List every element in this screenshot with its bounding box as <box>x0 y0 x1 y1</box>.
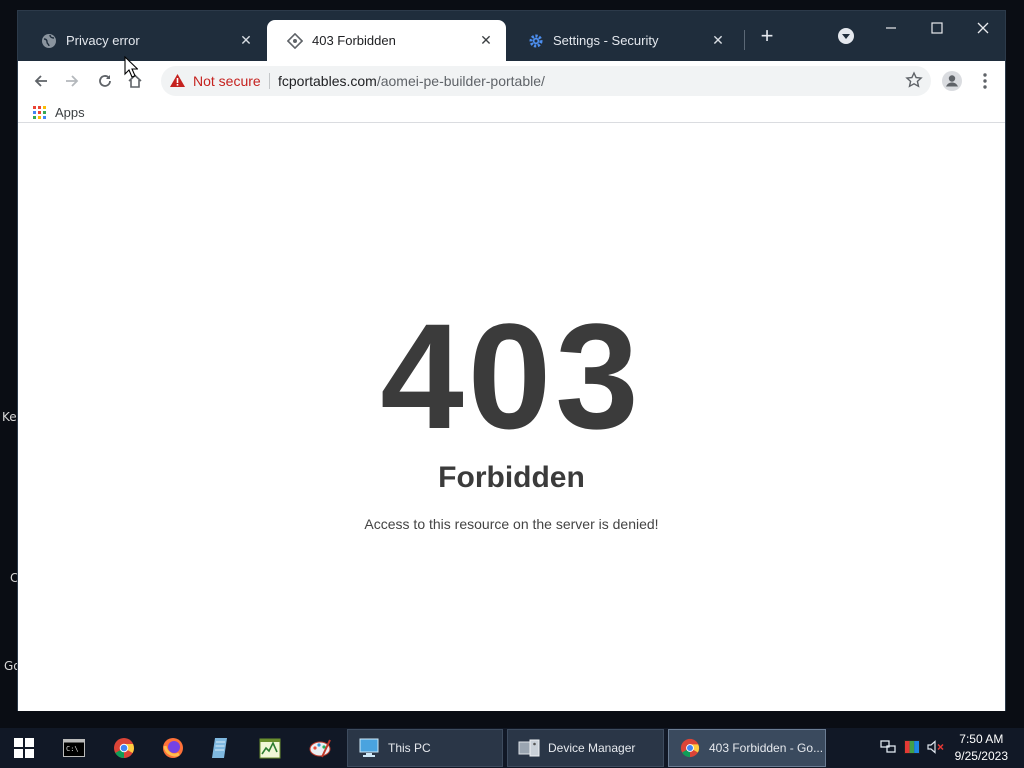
url-path: /aomei-pe-builder-portable/ <box>376 73 545 89</box>
volume-muted-icon[interactable] <box>927 738 945 756</box>
chrome-icon[interactable] <box>112 736 136 760</box>
close-tab-icon[interactable]: ✕ <box>710 32 726 49</box>
tab-title: Settings - Security <box>553 33 659 48</box>
tab-title: 403 Forbidden <box>312 33 396 48</box>
error-code: 403 <box>380 292 643 460</box>
clock-time: 7:50 AM <box>959 732 1004 746</box>
task-label: This PC <box>388 741 431 755</box>
maximize-button[interactable] <box>914 14 960 42</box>
forward-button[interactable] <box>60 69 84 93</box>
taskbar-item-chrome[interactable]: 403 Forbidden - Go... <box>668 729 826 767</box>
mouse-pointer-icon <box>124 55 139 83</box>
browser-window: Privacy error ✕ 403 Forbidden ✕ Settings… <box>17 10 1006 711</box>
diamond-site-icon <box>287 32 303 49</box>
close-tab-icon[interactable]: ✕ <box>478 32 494 49</box>
taskbar-item-this-pc[interactable]: This PC <box>347 729 503 767</box>
tab-403-forbidden[interactable]: 403 Forbidden ✕ <box>267 20 506 61</box>
apps-label: Apps <box>55 105 85 120</box>
tab-title: Privacy error <box>66 33 140 48</box>
close-window-button[interactable] <box>960 14 1006 42</box>
clock-date: 9/25/2023 <box>954 749 1008 763</box>
page-content: 403 Forbidden Access to this resource on… <box>18 123 1005 711</box>
tab-strip: Privacy error ✕ 403 Forbidden ✕ Settings… <box>18 11 1005 61</box>
task-label: 403 Forbidden - Go... <box>709 741 824 755</box>
omnibox-divider <box>269 73 270 89</box>
new-tab-button[interactable]: + <box>758 25 776 47</box>
apps-grid-icon <box>33 106 46 119</box>
bookmarks-bar: Apps <box>18 101 1005 123</box>
tab-separator <box>744 30 745 50</box>
address-bar[interactable]: Not secure fcportables.com/aomei-pe-buil… <box>161 66 931 96</box>
command-prompt-icon[interactable]: C:\ <box>62 736 86 760</box>
close-tab-icon[interactable]: ✕ <box>238 32 254 49</box>
task-label: Device Manager <box>548 741 636 755</box>
bookmark-star-icon[interactable] <box>905 71 923 94</box>
chrome-icon <box>679 737 701 759</box>
firefox-icon[interactable] <box>161 736 185 760</box>
browser-toolbar: Not secure fcportables.com/aomei-pe-buil… <box>18 61 1005 101</box>
notepad-icon[interactable] <box>209 736 233 760</box>
task-manager-icon[interactable] <box>258 736 282 760</box>
network-icon[interactable] <box>879 738 897 756</box>
system-clock[interactable]: 7:50 AM 9/25/2023 <box>955 731 1008 765</box>
paint-icon[interactable] <box>308 736 332 760</box>
profile-avatar[interactable] <box>940 69 964 93</box>
minimize-button[interactable] <box>868 14 914 42</box>
url-text[interactable]: fcportables.com/aomei-pe-builder-portabl… <box>278 73 545 89</box>
warning-triangle-icon[interactable] <box>169 73 186 93</box>
gear-icon <box>528 33 544 49</box>
device-manager-icon <box>518 737 540 759</box>
taskbar: C:\ This PC Device Manager 403 Forbidden… <box>0 728 1024 768</box>
not-secure-label[interactable]: Not secure <box>193 73 261 89</box>
tab-settings-security[interactable]: Settings - Security ✕ <box>508 20 738 61</box>
this-pc-icon <box>358 737 380 759</box>
tab-search-icon[interactable] <box>838 28 854 44</box>
reload-button[interactable] <box>93 69 117 93</box>
menu-kebab-icon[interactable] <box>973 69 997 93</box>
svg-text:C:\: C:\ <box>66 745 79 753</box>
error-title: Forbidden <box>438 461 585 494</box>
url-host: fcportables.com <box>278 73 377 89</box>
color-management-icon[interactable] <box>903 738 921 756</box>
tab-privacy-error[interactable]: Privacy error ✕ <box>21 20 266 61</box>
apps-shortcut[interactable]: Apps <box>33 105 85 120</box>
globe-icon <box>41 33 57 49</box>
back-button[interactable] <box>29 69 53 93</box>
error-message: Access to this resource on the server is… <box>364 516 659 532</box>
windows-start-icon[interactable] <box>12 736 36 760</box>
taskbar-item-device-manager[interactable]: Device Manager <box>507 729 664 767</box>
